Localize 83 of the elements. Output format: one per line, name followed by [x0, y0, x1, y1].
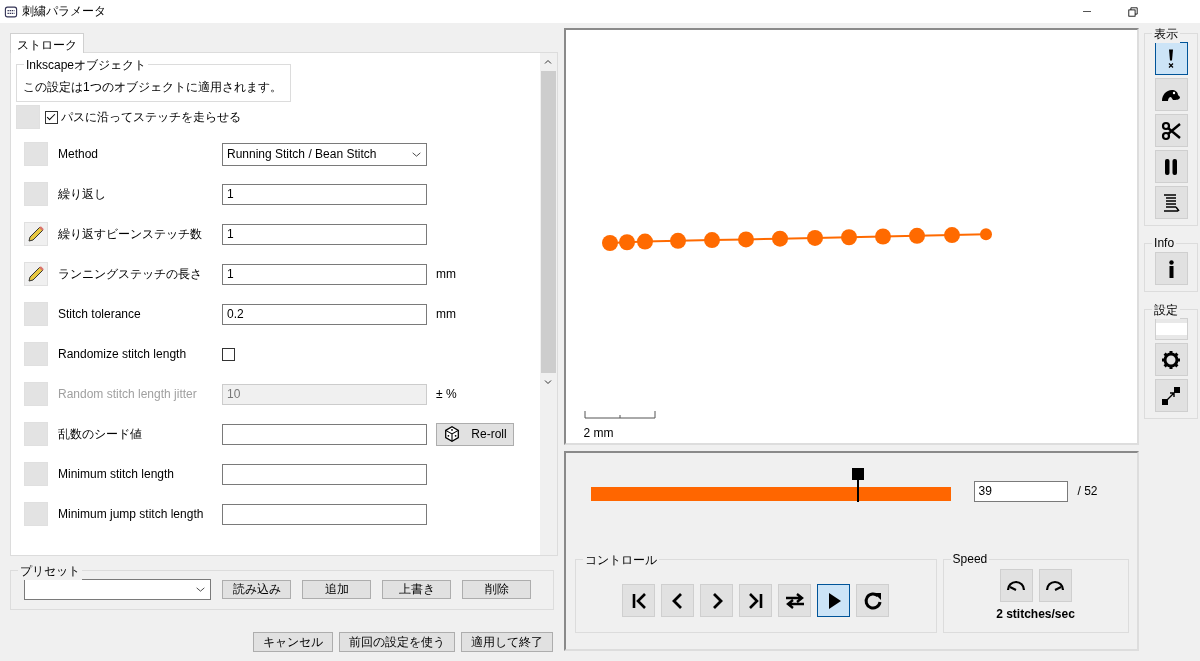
scale-label: 2 mm: [583, 426, 615, 440]
unit-label: ± %: [436, 387, 457, 401]
checkbox[interactable]: [222, 347, 235, 361]
toggle-button[interactable]: [24, 502, 48, 526]
scale-bar-icon: [583, 411, 656, 419]
unit-label: mm: [436, 307, 456, 321]
scissors-icon: [1161, 120, 1182, 141]
unit-label: mm: [436, 267, 456, 281]
preset-button[interactable]: 読み込み: [222, 580, 291, 599]
dialog-button[interactable]: キャンセル: [252, 632, 333, 652]
thread-spool-icon: [1161, 192, 1182, 213]
color-swatch-button[interactable]: [1154, 318, 1188, 340]
field-label: Random stitch length jitter: [58, 387, 198, 401]
dropdown[interactable]: [24, 579, 211, 600]
checkbox[interactable]: [45, 110, 58, 124]
pencil-icon: [26, 264, 46, 284]
preset-button[interactable]: 上書き: [382, 580, 451, 599]
field-label: ランニングステッチの長さ: [58, 265, 203, 283]
minimize-icon: [1082, 10, 1092, 13]
playback-button[interactable]: [817, 584, 851, 617]
slider[interactable]: [590, 467, 951, 501]
settings-icon: [1161, 349, 1182, 370]
input-field[interactable]: 39: [973, 480, 1068, 502]
toggle-button[interactable]: [24, 422, 48, 446]
slider-handle[interactable]: [852, 468, 865, 502]
preset-button[interactable]: 削除: [462, 580, 531, 599]
info-text: この設定は1つのオブジェクトに適用されます。: [23, 79, 282, 96]
scrollbar[interactable]: [539, 53, 557, 555]
group-title: 表示: [1152, 26, 1181, 43]
group-title: コントロール: [582, 552, 659, 569]
dialog-button[interactable]: 適用して終了: [460, 632, 553, 652]
input-field[interactable]: 0.2: [222, 303, 427, 325]
toggle-button[interactable]: [24, 302, 48, 326]
speed-button[interactable]: [1038, 569, 1072, 602]
field-label: Randomize stitch length: [58, 347, 188, 361]
group-title: Speed: [950, 552, 990, 566]
refresh-icon: [862, 590, 883, 611]
tab[interactable]: ストローク: [10, 33, 84, 53]
toolbar-button[interactable]: [1154, 42, 1188, 75]
preset-button[interactable]: 追加: [302, 580, 371, 599]
input-field[interactable]: [222, 423, 427, 445]
toggle-button[interactable]: [24, 182, 48, 206]
input-field[interactable]: [222, 463, 427, 485]
toggle-button[interactable]: [24, 262, 48, 286]
total-label: / 52: [1077, 484, 1098, 498]
input-field[interactable]: 1: [222, 263, 427, 285]
group-title: 設定: [1152, 302, 1181, 319]
input-field[interactable]: [222, 503, 427, 525]
dice-icon: [443, 425, 462, 443]
field-label: 繰り返すビーンステッチ数: [58, 225, 203, 243]
field-label: 繰り返し: [58, 185, 107, 203]
group-title: プリセット: [18, 563, 82, 580]
toggle-button[interactable]: [24, 222, 48, 246]
toggle-button[interactable]: [24, 462, 48, 486]
group-title: Info: [1152, 236, 1177, 250]
dialog-button[interactable]: 前回の設定を使う: [338, 632, 455, 652]
pencil-icon: [26, 224, 46, 244]
toggle-button[interactable]: [24, 142, 48, 166]
input-field[interactable]: 1: [222, 183, 427, 205]
resize-arrow-icon: [1161, 385, 1182, 406]
field-label: Minimum stitch length: [58, 467, 176, 481]
field-label: Minimum jump stitch length: [58, 507, 205, 521]
group-title: Inkscapeオブジェクト: [24, 57, 149, 74]
info-icon: [1168, 259, 1174, 278]
toggle-button[interactable]: [16, 105, 40, 129]
checkbox-label: パスに沿ってステッチを走らせる: [61, 108, 241, 126]
swap-arrows-icon: [784, 590, 805, 611]
reroll-button[interactable]: Re-roll: [436, 422, 514, 446]
input-field[interactable]: 1: [222, 223, 427, 245]
toggle-button[interactable]: [24, 342, 48, 366]
speed-label: 2 stitches/sec: [995, 607, 1076, 621]
field-label: Stitch tolerance: [58, 307, 142, 321]
app-icon: [4, 4, 18, 19]
scrollbar-thumb[interactable]: [540, 71, 556, 373]
scroll-up-icon: [543, 57, 554, 67]
exclamation-icon: [1168, 49, 1175, 68]
window-title: 刺繍パラメータ: [22, 3, 106, 20]
speed-button[interactable]: [999, 569, 1033, 602]
field-label: 乱数のシード値: [58, 425, 143, 443]
scroll-down-icon: [543, 377, 554, 387]
field-label: Method: [58, 147, 100, 161]
restore-icon: [1126, 4, 1140, 19]
dropdown[interactable]: Running Stitch / Bean Stitch: [222, 142, 427, 166]
